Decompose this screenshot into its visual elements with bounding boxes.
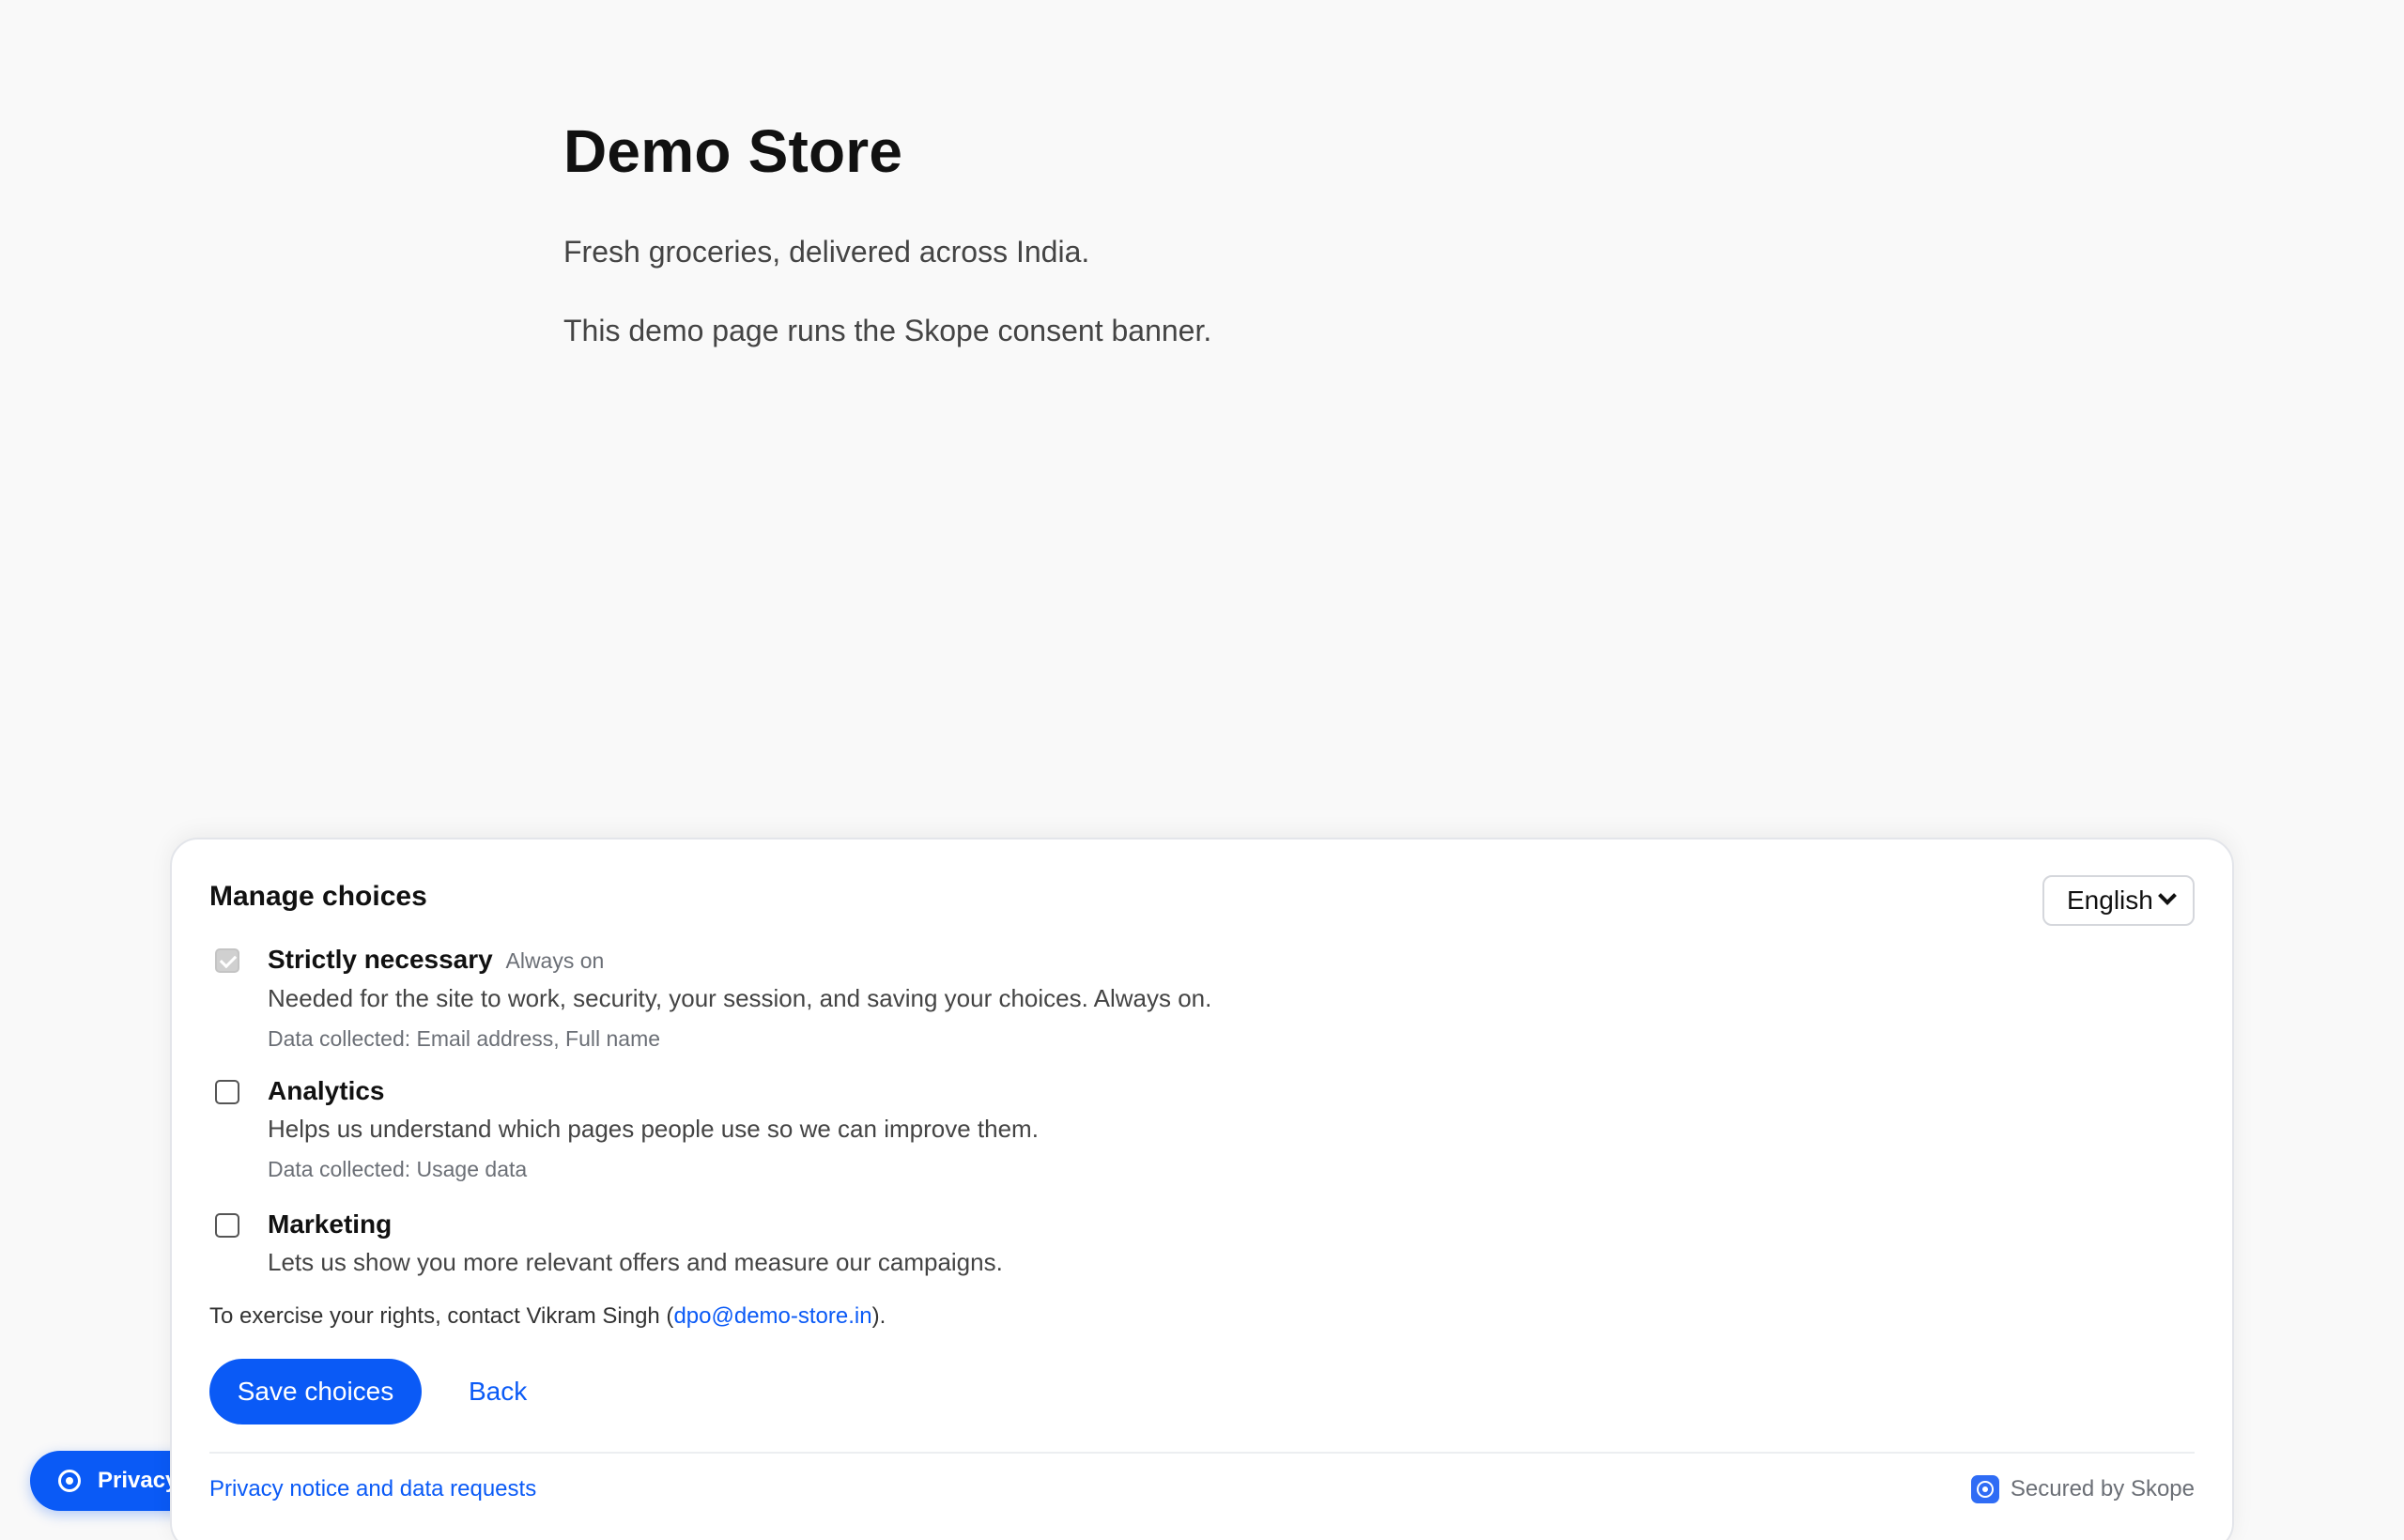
- rights-suffix: ).: [871, 1303, 886, 1329]
- store-title: Demo Store: [563, 117, 903, 185]
- purpose-name: Strictly necessary: [268, 945, 493, 974]
- marketing-checkbox[interactable]: [215, 1213, 239, 1238]
- store-content: Demo Store Fresh groceries, delivered ac…: [563, 115, 1878, 349]
- chevron-down-icon: [2158, 886, 2177, 905]
- secured-by-skope: Secured by Skope: [1970, 1475, 2195, 1503]
- purpose-name: Marketing: [268, 1209, 393, 1239]
- skope-shield-icon: [1970, 1475, 1999, 1503]
- footer-divider: [209, 1452, 2195, 1454]
- purpose-data-collected: Data collected: Email address, Full name: [268, 1026, 661, 1051]
- banner-title: Manage choices: [209, 881, 427, 912]
- purpose-description: Helps us understand which pages people u…: [268, 1115, 1039, 1143]
- rights-contact-text: To exercise your rights, contact Vikram …: [209, 1303, 886, 1330]
- dpo-email-link[interactable]: dpo@demo-store.in: [673, 1303, 871, 1329]
- consent-banner: Manage choices English Strictly necessar…: [170, 838, 2234, 1540]
- privacy-notice-link[interactable]: Privacy notice and data requests: [209, 1476, 536, 1502]
- purpose-data-collected: Data collected: Usage data: [268, 1157, 528, 1181]
- analytics-checkbox[interactable]: [215, 1080, 239, 1104]
- rights-prefix: To exercise your rights, contact Vikram …: [209, 1303, 674, 1329]
- store-tagline: Fresh groceries, delivered across India.: [563, 235, 1090, 269]
- language-select[interactable]: English: [2042, 875, 2195, 926]
- demo-note: This demo page runs the Skope consent ba…: [563, 314, 1212, 347]
- purpose-analytics: Analytics Helps us understand which page…: [209, 1074, 1618, 1183]
- language-selected-value: English: [2067, 886, 2153, 915]
- purpose-name: Analytics: [268, 1076, 385, 1105]
- purpose-strictly-necessary: Strictly necessary Always on Needed for …: [209, 943, 1618, 1053]
- strictly-necessary-checkbox: [215, 948, 239, 973]
- privacy-circle-icon: [58, 1470, 81, 1492]
- privacy-pill-label: Privacy: [98, 1468, 178, 1493]
- page: Demo Store Fresh groceries, delivered ac…: [0, 0, 2404, 1540]
- purpose-description: Needed for the site to work, security, y…: [268, 984, 1212, 1012]
- always-on-badge: Always on: [505, 948, 605, 973]
- purpose-marketing: Marketing Lets us show you more relevant…: [209, 1208, 1618, 1279]
- save-choices-button[interactable]: Save choices: [209, 1359, 422, 1424]
- purpose-description: Lets us show you more relevant offers an…: [268, 1248, 1003, 1276]
- back-button[interactable]: Back: [469, 1359, 527, 1424]
- secured-label: Secured by Skope: [2010, 1476, 2195, 1502]
